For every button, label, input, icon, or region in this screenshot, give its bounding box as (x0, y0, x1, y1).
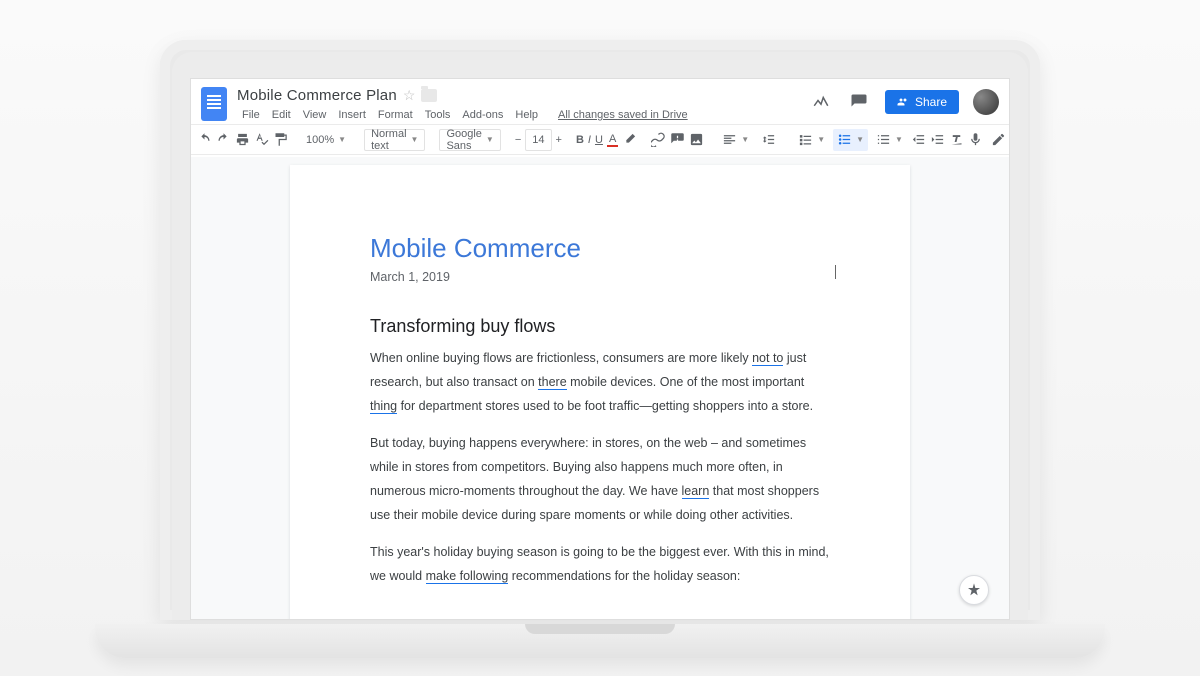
share-button[interactable]: Share (885, 90, 959, 114)
redo-icon[interactable] (216, 129, 231, 151)
editing-mode-dropdown[interactable]: ▼ (987, 129, 1010, 151)
account-avatar[interactable] (973, 89, 999, 115)
font-size-input[interactable]: 14 (525, 129, 551, 151)
print-icon[interactable] (235, 129, 250, 151)
menu-view[interactable]: View (298, 107, 332, 123)
image-icon[interactable] (689, 129, 704, 151)
grammar-suggestion[interactable]: learn (682, 484, 710, 499)
style-dropdown[interactable]: Normal text▼ (364, 129, 425, 151)
doc-heading-title[interactable]: Mobile Commerce (370, 233, 830, 264)
font-size-increase[interactable]: + (556, 129, 562, 151)
link-icon[interactable] (651, 129, 666, 151)
grammar-suggestion[interactable]: not to (752, 351, 783, 366)
zoom-dropdown[interactable]: 100%▼ (302, 129, 350, 151)
doc-paragraph[interactable]: But today, buying happens everywhere: in… (370, 432, 830, 527)
spellcheck-icon[interactable] (254, 129, 269, 151)
menu-format[interactable]: Format (373, 107, 418, 123)
document-canvas[interactable]: Mobile Commerce March 1, 2019 Transformi… (191, 157, 1009, 619)
text-cursor (835, 265, 836, 279)
menu-file[interactable]: File (237, 107, 265, 123)
activity-icon[interactable] (809, 90, 833, 114)
folder-icon[interactable] (421, 89, 437, 102)
bold-icon[interactable]: B (576, 129, 584, 151)
bullet-list-icon[interactable]: ▼ (833, 129, 868, 151)
menu-tools[interactable]: Tools (420, 107, 456, 123)
font-size-decrease[interactable]: − (515, 129, 521, 151)
font-dropdown[interactable]: Google Sans▼ (439, 129, 500, 151)
grammar-suggestion[interactable]: there (538, 375, 567, 390)
comments-icon[interactable] (847, 90, 871, 114)
text-color-icon[interactable]: A (607, 129, 618, 151)
doc-paragraph[interactable]: When online buying flows are frictionles… (370, 347, 830, 418)
italic-icon[interactable]: I (588, 129, 591, 151)
indent-icon[interactable] (930, 129, 945, 151)
toolbar: 100%▼ Normal text▼ Google Sans▼ − 14 + B… (191, 125, 1009, 155)
menu-addons[interactable]: Add-ons (457, 107, 508, 123)
menu-help[interactable]: Help (510, 107, 543, 123)
comment-icon[interactable] (670, 129, 685, 151)
explore-button[interactable] (959, 575, 989, 605)
grammar-suggestion[interactable]: thing (370, 399, 397, 414)
save-status[interactable]: All changes saved in Drive (553, 107, 693, 123)
share-label: Share (915, 95, 947, 109)
underline-icon[interactable]: U (595, 129, 603, 151)
align-dropdown[interactable]: ▼ (718, 129, 753, 151)
checklist-icon[interactable]: ▼ (794, 129, 829, 151)
numbered-list-icon[interactable]: ▼ (872, 129, 907, 151)
paint-format-icon[interactable] (273, 129, 288, 151)
line-spacing-dropdown[interactable] (757, 129, 780, 151)
clear-format-icon[interactable] (949, 129, 964, 151)
star-icon[interactable]: ☆ (403, 87, 416, 104)
menu-edit[interactable]: Edit (267, 107, 296, 123)
document-page[interactable]: Mobile Commerce March 1, 2019 Transformi… (290, 165, 910, 619)
grammar-suggestion[interactable]: make following (426, 569, 509, 584)
undo-icon[interactable] (197, 129, 212, 151)
docs-logo-icon[interactable] (201, 87, 227, 121)
doc-date[interactable]: March 1, 2019 (370, 270, 830, 284)
menu-bar: File Edit View Insert Format Tools Add-o… (237, 107, 809, 123)
highlight-icon[interactable] (622, 129, 637, 151)
laptop-base (95, 624, 1105, 658)
doc-paragraph[interactable]: This year's holiday buying season is goi… (370, 541, 830, 589)
docs-app: Mobile Commerce Plan ☆ File Edit View In… (190, 78, 1010, 620)
title-bar: Mobile Commerce Plan ☆ File Edit View In… (191, 79, 1009, 125)
document-title[interactable]: Mobile Commerce Plan (237, 87, 397, 104)
doc-heading-2[interactable]: Transforming buy flows (370, 316, 830, 337)
outdent-icon[interactable] (911, 129, 926, 151)
menu-insert[interactable]: Insert (333, 107, 371, 123)
voice-typing-icon[interactable] (968, 129, 983, 151)
